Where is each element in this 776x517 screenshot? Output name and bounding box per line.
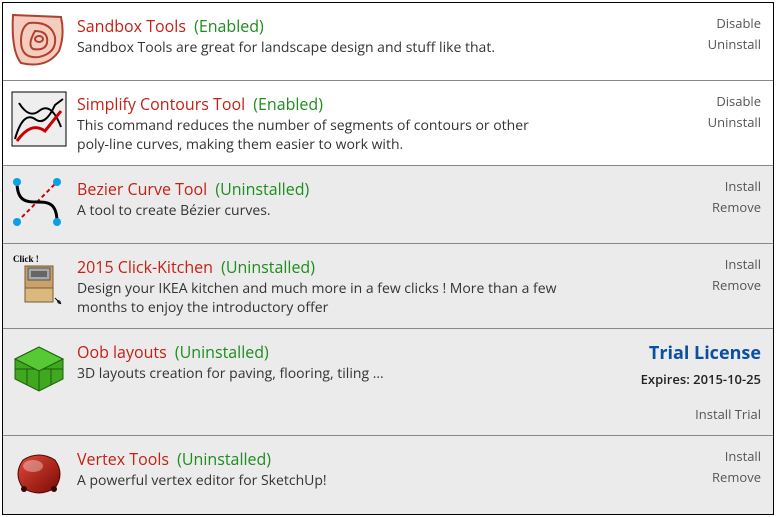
simplify-contours-icon: [11, 91, 67, 147]
extension-name-link[interactable]: Sandbox Tools: [77, 15, 186, 37]
install-link[interactable]: Install: [641, 446, 761, 467]
extension-row: Vertex Tools (Uninstalled) A powerful ve…: [3, 436, 773, 514]
bezier-curve-icon: [11, 176, 67, 232]
remove-link[interactable]: Remove: [641, 197, 761, 218]
extension-actions: Install Remove: [641, 176, 761, 218]
extension-description: This command reduces the number of segme…: [77, 117, 557, 155]
extension-info: Oob layouts (Uninstalled) 3D layouts cre…: [77, 339, 631, 384]
oob-layouts-icon: [11, 339, 67, 395]
extension-actions: Disable Uninstall: [641, 91, 761, 133]
sandbox-icon: [11, 13, 67, 69]
extension-row: Oob layouts (Uninstalled) 3D layouts cre…: [3, 329, 773, 436]
extension-name-link[interactable]: Vertex Tools: [77, 448, 169, 470]
remove-link[interactable]: Remove: [641, 467, 761, 488]
extension-description: A tool to create Bézier curves.: [77, 202, 557, 221]
extension-row: Bezier Curve Tool (Uninstalled) A tool t…: [3, 166, 773, 244]
extension-name-link[interactable]: 2015 Click-Kitchen: [77, 256, 213, 278]
vertex-tools-icon: [11, 446, 67, 502]
extension-status: (Uninstalled): [175, 341, 269, 363]
extension-actions: Trial License Expires: 2015-10-25 Instal…: [641, 339, 761, 425]
extension-actions: Install Remove: [641, 446, 761, 488]
install-trial-link[interactable]: Install Trial: [641, 404, 761, 425]
svg-text:Click !: Click !: [13, 254, 39, 264]
extension-info: Bezier Curve Tool (Uninstalled) A tool t…: [77, 176, 631, 221]
extension-status: (Uninstalled): [177, 448, 271, 470]
remove-link[interactable]: Remove: [641, 275, 761, 296]
extension-info: Simplify Contours Tool (Enabled) This co…: [77, 91, 631, 155]
extension-status: (Uninstalled): [215, 178, 309, 200]
extension-description: A powerful vertex editor for SketchUp!: [77, 472, 557, 491]
extension-row: Simplify Contours Tool (Enabled) This co…: [3, 81, 773, 166]
extension-row: Sandbox Tools (Enabled) Sandbox Tools ar…: [3, 3, 773, 81]
uninstall-link[interactable]: Uninstall: [641, 34, 761, 55]
extension-status: (Uninstalled): [221, 256, 315, 278]
extension-name-link[interactable]: Simplify Contours Tool: [77, 93, 245, 115]
extension-description: Design your IKEA kitchen and much more i…: [77, 280, 557, 318]
extension-description: 3D layouts creation for paving, flooring…: [77, 365, 557, 384]
extension-description: Sandbox Tools are great for landscape de…: [77, 39, 557, 58]
click-kitchen-icon: Click !: [11, 254, 67, 310]
trial-license-label: Trial License: [641, 339, 761, 368]
extension-row: Click ! 2015 Click-Kitchen (Uninstalled)…: [3, 244, 773, 329]
extension-name-link[interactable]: Bezier Curve Tool: [77, 178, 207, 200]
disable-link[interactable]: Disable: [641, 13, 761, 34]
extension-info: 2015 Click-Kitchen (Uninstalled) Design …: [77, 254, 631, 318]
extension-actions: Install Remove: [641, 254, 761, 296]
uninstall-link[interactable]: Uninstall: [641, 112, 761, 133]
extension-name-link[interactable]: Oob layouts: [77, 341, 167, 363]
extension-info: Vertex Tools (Uninstalled) A powerful ve…: [77, 446, 631, 491]
install-link[interactable]: Install: [641, 254, 761, 275]
install-link[interactable]: Install: [641, 176, 761, 197]
extension-status: (Enabled): [194, 15, 264, 37]
extension-actions: Disable Uninstall: [641, 13, 761, 55]
extension-info: Sandbox Tools (Enabled) Sandbox Tools ar…: [77, 13, 631, 58]
trial-expires-label: Expires: 2015-10-25: [641, 369, 761, 390]
disable-link[interactable]: Disable: [641, 91, 761, 112]
extension-list: Sandbox Tools (Enabled) Sandbox Tools ar…: [2, 2, 774, 515]
extension-status: (Enabled): [253, 93, 323, 115]
